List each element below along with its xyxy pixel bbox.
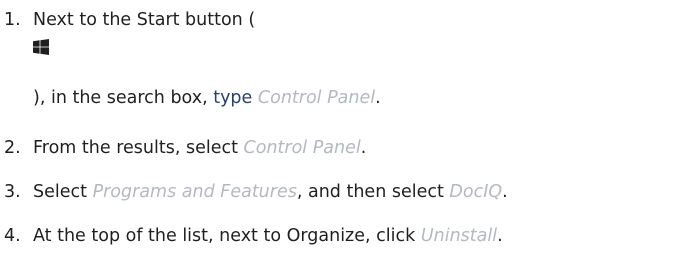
step-2-text: From the results, select Control Panel.: [33, 136, 366, 160]
step-3-suffix: .: [502, 182, 508, 202]
step-1-line-2: ), in the search box, type Control Panel…: [33, 86, 381, 110]
step-1-text-prefix: ), in the search box,: [33, 88, 214, 108]
step-4-text: At the top of the list, next to Organize…: [33, 224, 503, 248]
step-3-ui-term-1: Programs and Features: [92, 182, 297, 202]
step-2-ui-term: Control Panel: [243, 138, 361, 158]
step-2-suffix: .: [360, 138, 367, 158]
step-3-number: 3.: [4, 182, 21, 202]
step-1-suffix: .: [375, 88, 381, 108]
step-3-middle: , and then select: [296, 182, 450, 202]
step-4-prefix: At the top of the list, next to Organize…: [33, 226, 421, 246]
step-4-ui-term: Uninstall: [420, 226, 498, 246]
step-3-text: Select Programs and Features, and then s…: [33, 180, 508, 204]
step-1-line-1: Next to the Start button (: [33, 10, 256, 30]
step-2-number: 2.: [4, 138, 21, 158]
step-3-ui-term-2: DocIQ: [449, 182, 503, 202]
step-1-ui-term: Control Panel: [257, 88, 376, 108]
step-1-type-word: type: [213, 88, 253, 108]
step-2-prefix: From the results, select: [33, 138, 244, 158]
step-4-number: 4.: [4, 226, 21, 246]
step-1-number: 1.: [4, 10, 21, 30]
step-4-suffix: .: [497, 226, 503, 246]
instruction-steps: 1. Next to the Start button ( ), in the …: [0, 0, 675, 258]
windows-logo-icon: [33, 39, 49, 55]
step-3-prefix: Select: [33, 182, 93, 202]
